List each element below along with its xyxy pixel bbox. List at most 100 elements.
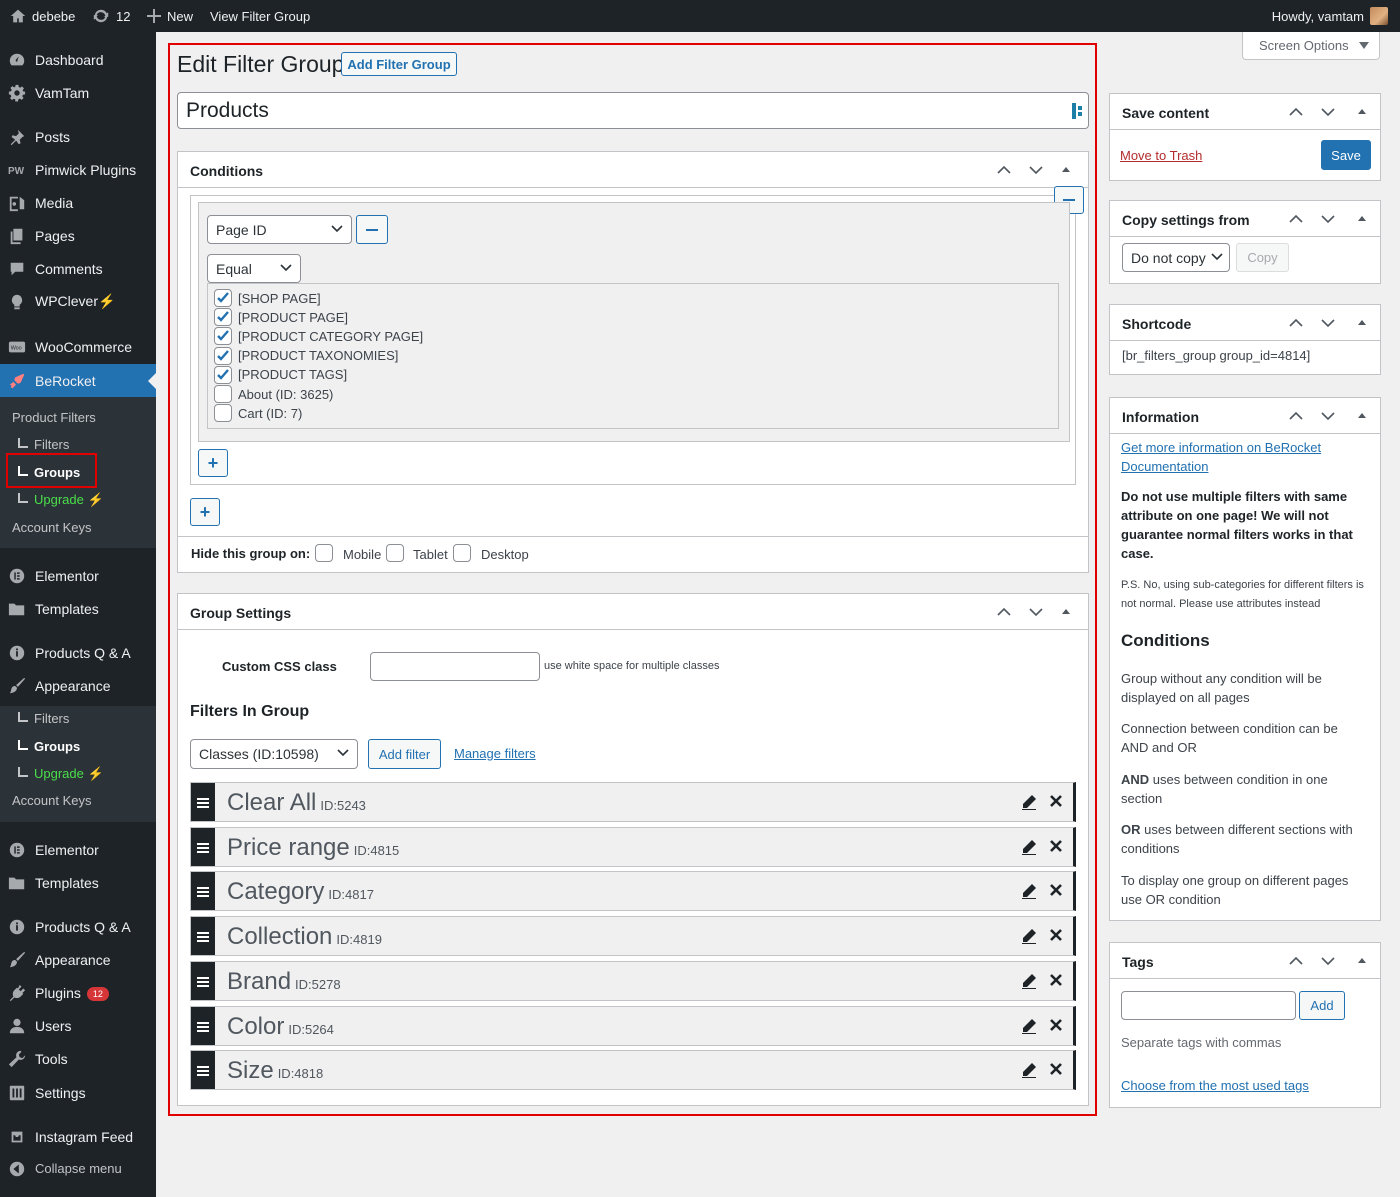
submenu-groups[interactable]: Groups xyxy=(18,465,80,480)
choose-tags-link[interactable]: Choose from the most used tags xyxy=(1121,1076,1369,1095)
filter-row[interactable]: Size ID:4818 xyxy=(190,1050,1076,1091)
remove-filter-icon[interactable] xyxy=(1049,1018,1063,1032)
remove-filter-icon[interactable] xyxy=(1049,839,1063,853)
manage-filters-link[interactable]: Manage filters xyxy=(454,746,536,761)
filter-row[interactable]: Clear All ID:5243 xyxy=(190,782,1076,822)
menu-products-qa[interactable]: Products Q & A xyxy=(0,636,156,669)
drag-handle-icon[interactable] xyxy=(191,827,215,866)
submenu-product-filters[interactable]: Product Filters xyxy=(12,410,96,425)
account-menu[interactable]: Howdy, vamtam xyxy=(1272,0,1388,32)
condition-option[interactable]: About (ID: 3625) xyxy=(214,385,333,403)
remove-filter-icon[interactable] xyxy=(1049,973,1063,987)
edit-pencil-icon[interactable] xyxy=(1021,883,1037,900)
submenu-upgrade[interactable]: Upgrade ⚡ xyxy=(18,492,104,508)
condition-option[interactable]: [PRODUCT TAXONOMIES] xyxy=(214,346,398,365)
page-checklist[interactable]: [SHOP PAGE] [PRODUCT PAGE] [PRODUCT CATEGO… xyxy=(207,283,1059,429)
checked-checkbox[interactable] xyxy=(214,327,232,346)
drag-handle-icon[interactable] xyxy=(191,783,215,821)
move-down-icon[interactable] xyxy=(1318,209,1338,229)
remove-filter-icon[interactable] xyxy=(1049,883,1063,897)
checked-checkbox[interactable] xyxy=(214,289,232,307)
save-button[interactable]: Save xyxy=(1321,140,1371,170)
menu-pimwick[interactable]: PW Pimwick Plugins xyxy=(0,153,156,186)
menu-users[interactable]: Users xyxy=(0,1009,156,1042)
add-condition-button[interactable]: + xyxy=(198,449,228,477)
menu-templates[interactable]: Templates xyxy=(0,592,156,625)
move-up-icon[interactable] xyxy=(1286,406,1306,426)
menu-plugins[interactable]: Plugins 12 xyxy=(0,976,156,1009)
move-down-icon[interactable] xyxy=(1318,313,1338,333)
view-filter-group-link[interactable]: View Filter Group xyxy=(210,0,310,32)
menu-appearance-2[interactable]: Appearance xyxy=(0,943,156,976)
new-content-link[interactable]: New xyxy=(147,0,193,32)
move-down-icon[interactable] xyxy=(1026,160,1046,180)
add-filter-group-button[interactable]: Add Filter Group xyxy=(341,52,457,76)
site-link[interactable]: debebe xyxy=(10,0,75,32)
remove-filter-icon[interactable] xyxy=(1049,928,1063,942)
submenu-filters[interactable]: Filters xyxy=(18,437,69,452)
remove-filter-icon[interactable] xyxy=(1049,1062,1063,1076)
toggle-panel-icon[interactable] xyxy=(1352,406,1372,426)
checked-checkbox[interactable] xyxy=(214,365,232,384)
toggle-panel-icon[interactable] xyxy=(1352,209,1372,229)
condition-option[interactable]: [SHOP PAGE] xyxy=(214,289,321,307)
move-down-icon[interactable] xyxy=(1318,951,1338,971)
condition-option[interactable]: [PRODUCT PAGE] xyxy=(214,308,348,327)
menu-elementor[interactable]: Elementor xyxy=(0,559,156,592)
menu-products-qa-2[interactable]: Products Q & A xyxy=(0,910,156,943)
drag-handle-icon[interactable] xyxy=(191,872,215,911)
filter-row[interactable]: Category ID:4817 xyxy=(190,871,1076,912)
menu-comments[interactable]: Comments xyxy=(0,252,156,285)
menu-tools[interactable]: Tools xyxy=(0,1042,156,1075)
move-up-icon[interactable] xyxy=(994,160,1014,180)
filter-row[interactable]: Collection ID:4819 xyxy=(190,916,1076,957)
menu-instagram-feed[interactable]: Instagram Feed xyxy=(0,1120,156,1153)
checked-checkbox[interactable] xyxy=(214,346,232,365)
menu-dashboard[interactable]: Dashboard xyxy=(0,43,156,76)
move-up-icon[interactable] xyxy=(1286,102,1306,122)
move-down-icon[interactable] xyxy=(1318,406,1338,426)
collapse-menu-button[interactable]: Collapse menu xyxy=(0,1152,156,1185)
menu-appearance[interactable]: Appearance xyxy=(0,669,156,702)
submenu-account-keys-2[interactable]: Account Keys xyxy=(12,793,92,808)
move-up-icon[interactable] xyxy=(994,602,1014,622)
toggle-panel-icon[interactable] xyxy=(1056,160,1076,180)
screen-options-button[interactable]: Screen Options xyxy=(1242,32,1380,60)
copy-button[interactable]: Copy xyxy=(1236,243,1289,272)
edit-pencil-icon[interactable] xyxy=(1021,1062,1037,1079)
title-input[interactable]: Products xyxy=(177,92,1089,129)
submenu-account-keys[interactable]: Account Keys xyxy=(12,520,92,535)
menu-pages[interactable]: Pages xyxy=(0,219,156,252)
condition-operator-select[interactable]: Equal xyxy=(207,254,301,283)
field-extension-icon[interactable] xyxy=(1072,103,1084,119)
hide-tablet-checkbox[interactable] xyxy=(386,544,404,562)
toggle-panel-icon[interactable] xyxy=(1056,602,1076,622)
menu-posts[interactable]: Posts xyxy=(0,120,156,153)
add-filter-button[interactable]: Add filter xyxy=(368,739,441,769)
menu-berocket[interactable]: BeRocket xyxy=(0,364,156,397)
drag-handle-icon[interactable] xyxy=(191,917,215,956)
menu-vamtam[interactable]: VamTam xyxy=(0,76,156,109)
move-up-icon[interactable] xyxy=(1286,313,1306,333)
move-down-icon[interactable] xyxy=(1026,602,1046,622)
submenu-filters-2[interactable]: Filters xyxy=(18,711,69,726)
move-down-icon[interactable] xyxy=(1318,102,1338,122)
menu-elementor-2[interactable]: Elementor xyxy=(0,833,156,866)
remove-filter-icon[interactable] xyxy=(1049,794,1063,808)
menu-templates-2[interactable]: Templates xyxy=(0,866,156,899)
move-to-trash-link[interactable]: Move to Trash xyxy=(1120,148,1202,163)
checked-checkbox[interactable] xyxy=(214,308,232,327)
drag-handle-icon[interactable] xyxy=(191,1051,215,1090)
edit-pencil-icon[interactable] xyxy=(1021,1018,1037,1034)
menu-wpclever[interactable]: WPClever⚡ xyxy=(0,285,156,318)
add-section-button[interactable]: + xyxy=(190,498,220,526)
edit-pencil-icon[interactable] xyxy=(1021,839,1037,855)
copy-from-select[interactable]: Do not copy xyxy=(1122,243,1230,272)
toggle-panel-icon[interactable] xyxy=(1352,951,1372,971)
condition-option[interactable]: [PRODUCT CATEGORY PAGE] xyxy=(214,327,423,346)
edit-pencil-icon[interactable] xyxy=(1021,973,1037,989)
toggle-panel-icon[interactable] xyxy=(1352,313,1372,333)
condition-option[interactable]: [PRODUCT TAGS] xyxy=(214,365,347,384)
submenu-upgrade-2[interactable]: Upgrade ⚡ xyxy=(18,766,104,782)
filter-row[interactable]: Price range ID:4815 xyxy=(190,826,1076,867)
